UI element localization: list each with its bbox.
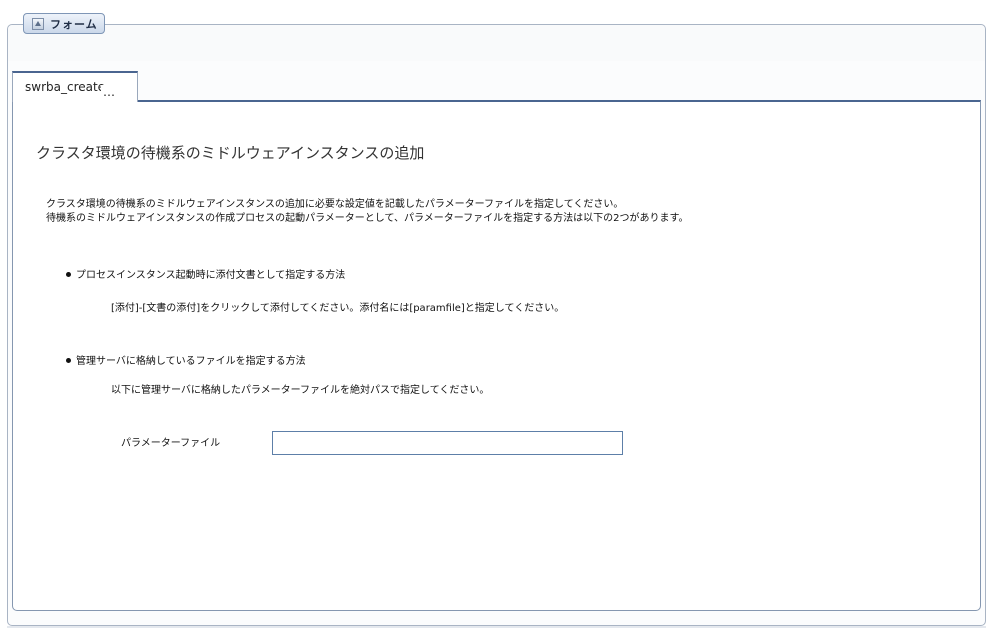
tab-label: swrba_create (25, 80, 106, 94)
tab-swrba-create[interactable]: swrba_create … (12, 71, 138, 102)
page-title: クラスタ環境の待機系のミドルウェアインスタンスの追加 (36, 144, 425, 162)
description: クラスタ環境の待機系のミドルウェアインスタンスの追加に必要な設定値を記載したパラ… (46, 198, 688, 226)
description-line-1: クラスタ環境の待機系のミドルウェアインスタンスの追加に必要な設定値を記載したパラ… (46, 199, 624, 210)
method-2-heading-text: 管理サーバに格納しているファイルを指定する方法 (76, 356, 306, 367)
panel-bottom-edge (7, 626, 986, 628)
method-2-detail: 以下に管理サーバに格納したパラメーターファイルを絶対パスで指定してください。 (111, 385, 490, 396)
form-panel-tab[interactable]: フォーム (23, 13, 105, 34)
method-1-detail: [添付]-[文書の添付]をクリックして添付してください。添付名には[paramf… (111, 303, 565, 314)
content-panel: クラスタ環境の待機系のミドルウェアインスタンスの追加 クラスタ環境の待機系のミド… (12, 100, 981, 611)
bullet-icon (66, 357, 71, 363)
form-panel-header (8, 25, 985, 61)
tab-ellipsis: … (101, 85, 115, 99)
method-1-heading-text: プロセスインスタンス起動時に添付文書として指定する方法 (76, 270, 346, 281)
form-panel-tab-label: フォーム (50, 17, 98, 31)
description-line-2: 待機系のミドルウェアインスタンスの作成プロセスの起動パラメーターとして、パラメー… (46, 213, 689, 224)
method-2-heading: 管理サーバに格納しているファイルを指定する方法 (66, 352, 306, 367)
bullet-icon (66, 271, 71, 277)
param-file-label: パラメーターファイル (121, 438, 221, 449)
collapse-up-icon[interactable] (32, 17, 44, 30)
method-1-heading: プロセスインスタンス起動時に添付文書として指定する方法 (66, 266, 345, 281)
param-file-input[interactable] (272, 431, 623, 455)
